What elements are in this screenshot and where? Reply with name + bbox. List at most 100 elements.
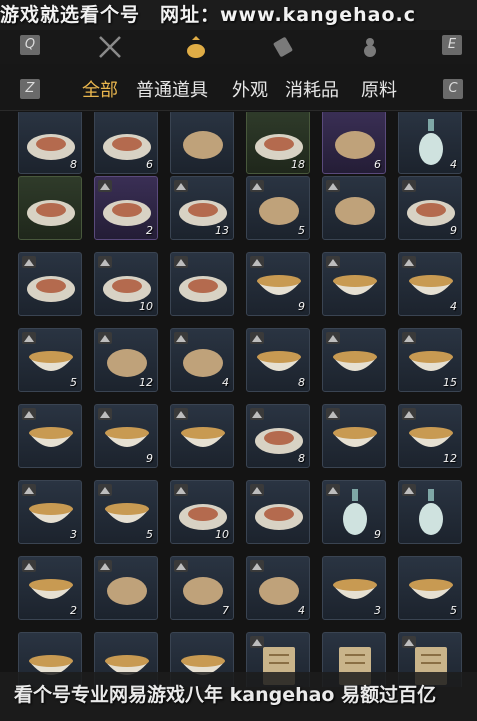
mountain-badge-icon <box>326 180 340 192</box>
tab-general-items[interactable]: 普通道具 <box>136 76 208 102</box>
mountain-badge-icon <box>402 636 416 648</box>
inventory-grid: 8 6 18 6 4 2 13 5 9 10 9 4 5 12 4 8 15 9… <box>0 112 477 687</box>
swords-icon[interactable] <box>97 34 123 60</box>
mountain-badge-icon <box>22 484 36 496</box>
item-slot[interactable] <box>18 404 82 468</box>
mountain-badge-icon <box>250 180 264 192</box>
item-count: 9 <box>450 224 457 237</box>
item-slot[interactable]: 3 <box>18 480 82 544</box>
item-slot[interactable]: 12 <box>398 404 462 468</box>
item-slot[interactable]: 4 <box>398 112 462 174</box>
mountain-badge-icon <box>22 256 36 268</box>
gourd-icon[interactable] <box>357 34 383 60</box>
item-slot[interactable]: 6 <box>94 112 158 174</box>
mountain-badge-icon <box>402 180 416 192</box>
item-count: 2 <box>146 224 153 237</box>
scroll-icon[interactable] <box>270 34 296 60</box>
mountain-badge-icon <box>174 560 188 572</box>
item-slot[interactable] <box>18 252 82 316</box>
item-slot[interactable]: 13 <box>170 176 234 240</box>
mountain-badge-icon <box>326 408 340 420</box>
item-slot[interactable]: 5 <box>398 556 462 620</box>
item-slot[interactable]: 15 <box>398 328 462 392</box>
item-slot[interactable]: 12 <box>94 328 158 392</box>
item-slot[interactable]: 3 <box>322 556 386 620</box>
item-slot[interactable] <box>170 112 234 174</box>
item-count: 2 <box>70 604 77 617</box>
item-count: 7 <box>222 604 229 617</box>
tab-appearance[interactable]: 外观 <box>232 76 268 102</box>
watermark-banner: 游戏就选看个号 网址：www.kangehao.c <box>0 0 477 30</box>
item-slot[interactable] <box>322 404 386 468</box>
mountain-badge-icon <box>326 332 340 344</box>
item-slot[interactable]: 6 <box>322 112 386 174</box>
item-slot[interactable] <box>398 480 462 544</box>
q-key-hint[interactable]: Q <box>20 35 40 55</box>
item-slot[interactable] <box>322 176 386 240</box>
mountain-badge-icon <box>174 332 188 344</box>
mountain-badge-icon <box>174 484 188 496</box>
item-slot[interactable]: 9 <box>398 176 462 240</box>
item-count: 8 <box>298 376 305 389</box>
item-slot[interactable]: 8 <box>18 112 82 174</box>
pouch-icon[interactable] <box>183 34 209 60</box>
item-slot[interactable]: 4 <box>398 252 462 316</box>
item-slot[interactable] <box>170 404 234 468</box>
item-count: 5 <box>70 376 77 389</box>
mountain-badge-icon <box>250 560 264 572</box>
item-count: 4 <box>298 604 305 617</box>
item-slot[interactable]: 5 <box>18 328 82 392</box>
item-count: 12 <box>443 452 457 465</box>
item-slot[interactable]: 4 <box>246 556 310 620</box>
mountain-badge-icon <box>22 408 36 420</box>
item-slot[interactable]: 2 <box>94 176 158 240</box>
item-slot[interactable]: 9 <box>322 480 386 544</box>
c-key-hint[interactable]: C <box>443 79 463 99</box>
item-slot[interactable]: 8 <box>246 328 310 392</box>
item-slot[interactable]: 7 <box>170 556 234 620</box>
z-key-hint[interactable]: Z <box>20 79 40 99</box>
item-count: 8 <box>298 452 305 465</box>
item-count: 10 <box>139 300 153 313</box>
tab-consumables[interactable]: 消耗品 <box>285 76 339 102</box>
dumpling-plate-icon <box>27 200 75 226</box>
item-slot[interactable]: 9 <box>94 404 158 468</box>
item-slot[interactable]: 10 <box>94 252 158 316</box>
item-slot[interactable]: 10 <box>170 480 234 544</box>
item-slot[interactable] <box>18 176 82 240</box>
item-slot[interactable]: 18 <box>246 112 310 174</box>
item-slot[interactable]: 8 <box>246 404 310 468</box>
item-slot[interactable] <box>322 328 386 392</box>
mountain-badge-icon <box>250 636 264 648</box>
item-slot[interactable]: 5 <box>94 480 158 544</box>
item-count: 18 <box>291 158 305 171</box>
top-toolbar <box>0 30 477 64</box>
item-slot[interactable]: 2 <box>18 556 82 620</box>
item-slot[interactable] <box>94 556 158 620</box>
item-slot[interactable]: 4 <box>170 328 234 392</box>
item-count: 4 <box>222 376 229 389</box>
mountain-badge-icon <box>174 256 188 268</box>
mountain-badge-icon <box>402 256 416 268</box>
item-count: 5 <box>298 224 305 237</box>
item-slot[interactable] <box>170 252 234 316</box>
mountain-badge-icon <box>22 332 36 344</box>
mountain-badge-icon <box>98 408 112 420</box>
mountain-badge-icon <box>22 560 36 572</box>
mountain-badge-icon <box>250 332 264 344</box>
watermark-footer: 看个号专业网易游戏八年 kangehao 易额过百亿 <box>0 672 477 721</box>
item-slot[interactable]: 5 <box>246 176 310 240</box>
mountain-badge-icon <box>402 332 416 344</box>
tab-materials[interactable]: 原料 <box>361 76 397 102</box>
tab-all[interactable]: 全部 <box>82 76 118 102</box>
item-count: 5 <box>450 604 457 617</box>
mountain-badge-icon <box>250 484 264 496</box>
e-key-hint[interactable]: E <box>442 35 462 55</box>
item-slot[interactable] <box>246 480 310 544</box>
item-count: 6 <box>374 158 381 171</box>
item-slot[interactable] <box>322 252 386 316</box>
mountain-badge-icon <box>250 408 264 420</box>
item-slot[interactable]: 9 <box>246 252 310 316</box>
item-count: 15 <box>443 376 457 389</box>
mountain-badge-icon <box>98 180 112 192</box>
